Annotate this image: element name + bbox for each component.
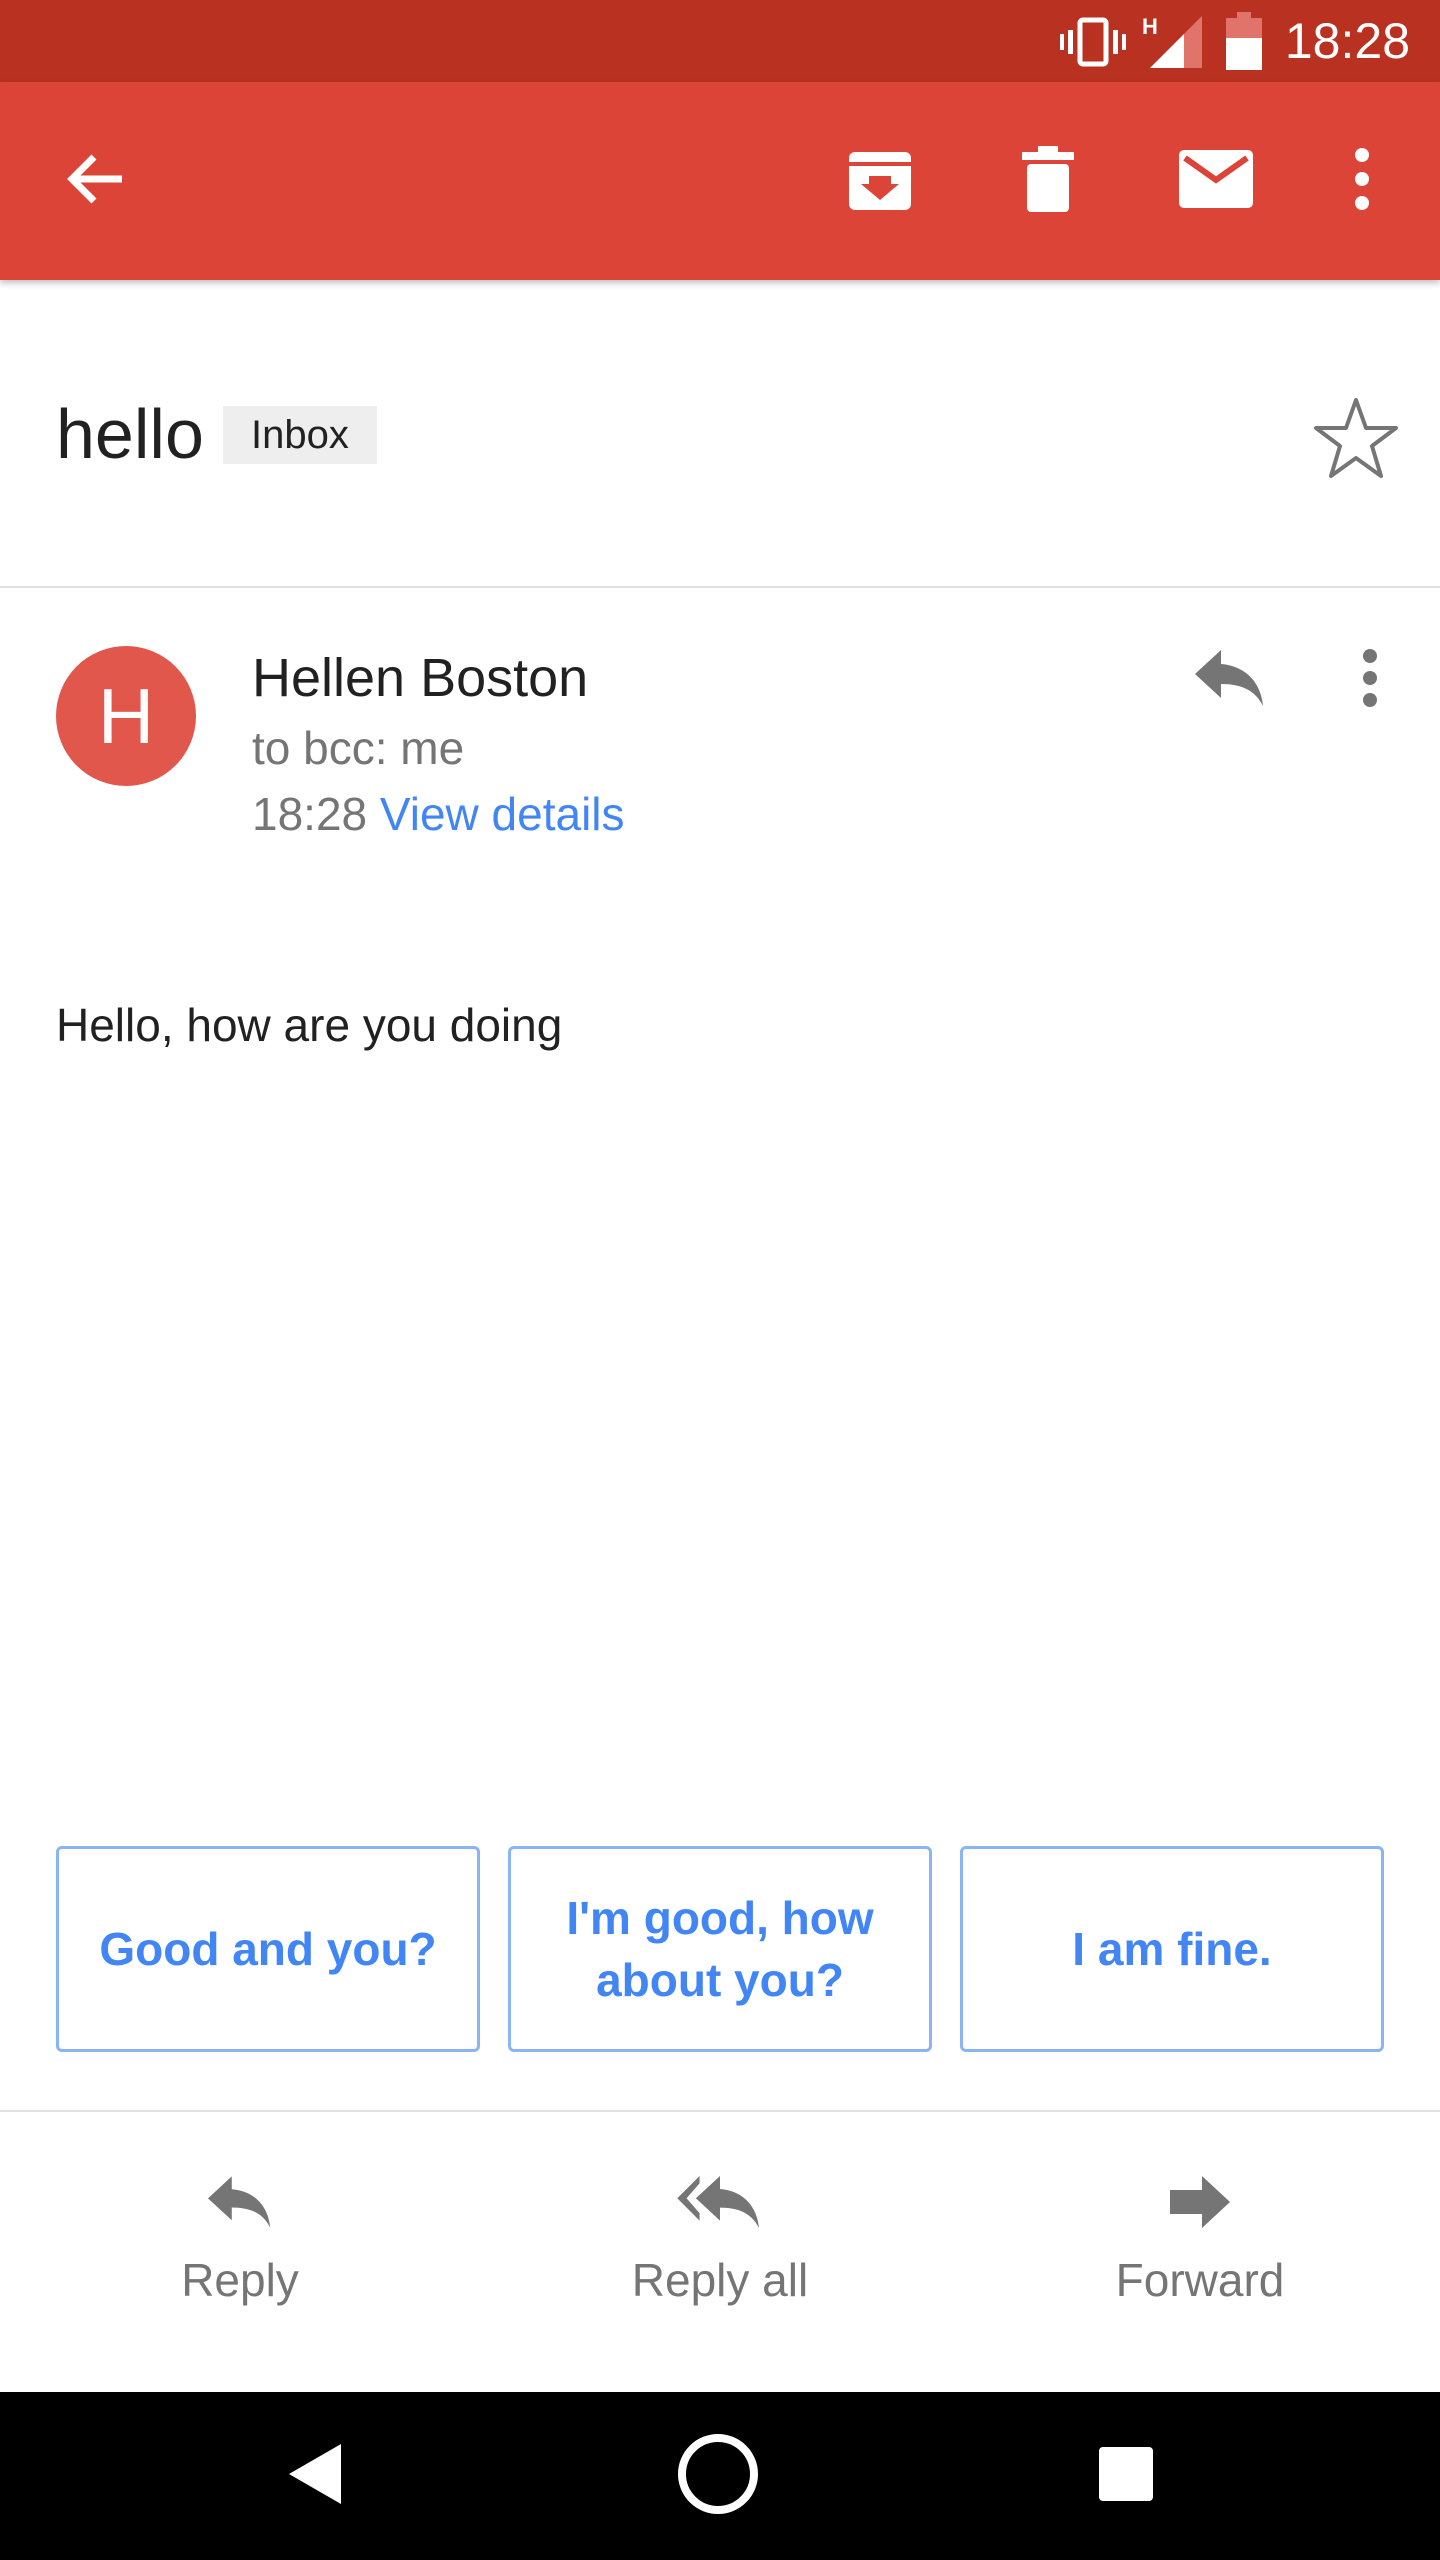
more-vert-icon	[1362, 648, 1378, 713]
forward-label: Forward	[1115, 2254, 1285, 2306]
bottom-actions: Reply Reply all Forward	[0, 2110, 1440, 2392]
star-icon[interactable]	[1310, 392, 1402, 484]
home-circle-icon	[676, 2432, 760, 2521]
email-time-line: 18:28 View details	[252, 786, 625, 842]
inbox-label-chip[interactable]: Inbox	[223, 406, 377, 464]
archive-button[interactable]	[828, 129, 932, 233]
delete-icon	[1022, 145, 1074, 217]
archive-icon	[847, 146, 913, 217]
view-details-link[interactable]: View details	[380, 788, 625, 840]
delete-button[interactable]	[996, 129, 1100, 233]
status-bar: H 18:28	[0, 0, 1440, 82]
signal-icon	[1150, 16, 1202, 73]
forward-button[interactable]: Forward	[1050, 2162, 1350, 2362]
reply-button[interactable]: Reply	[90, 2162, 390, 2362]
recipients-line: to bcc: me	[252, 722, 465, 774]
status-time: 18:28	[1284, 13, 1410, 69]
mail-icon	[1179, 149, 1253, 213]
sender-name: Hellen Boston	[252, 648, 589, 708]
back-button[interactable]	[44, 129, 148, 233]
email-subject: hello	[56, 395, 204, 473]
app-toolbar	[0, 82, 1440, 280]
reply-all-label: Reply all	[631, 2254, 809, 2306]
back-triangle-icon	[287, 2443, 343, 2509]
reply-all-icon	[570, 2162, 870, 2242]
email-body: Hello, how are you doing	[56, 999, 563, 1051]
reply-icon	[1195, 649, 1265, 711]
message-more-button[interactable]	[1320, 630, 1420, 730]
system-navigation-bar	[0, 2392, 1440, 2560]
mark-unread-button[interactable]	[1164, 129, 1268, 233]
more-vert-icon	[1354, 147, 1370, 216]
forward-icon	[1050, 2162, 1350, 2242]
email-time: 18:28	[252, 788, 368, 840]
reply-label: Reply	[181, 2254, 299, 2306]
vibrate-icon	[1060, 16, 1126, 73]
smart-reply-1[interactable]: Good and you?	[56, 1846, 480, 2052]
nav-home-button[interactable]	[668, 2426, 768, 2526]
subject-row: hello Inbox	[0, 282, 1440, 588]
smart-reply-2[interactable]: I'm good, how about you?	[508, 1846, 932, 2052]
sender-avatar[interactable]: H	[56, 646, 196, 786]
header-reply-button[interactable]	[1180, 630, 1280, 730]
nav-back-button[interactable]	[265, 2426, 365, 2526]
smart-reply-3[interactable]: I am fine.	[960, 1846, 1384, 2052]
nav-recents-button[interactable]	[1076, 2426, 1176, 2526]
recents-square-icon	[1099, 2446, 1153, 2506]
more-options-button[interactable]	[1310, 129, 1414, 233]
battery-icon	[1226, 12, 1262, 75]
back-arrow-icon	[64, 147, 128, 216]
reply-icon	[90, 2162, 390, 2242]
reply-all-button[interactable]: Reply all	[570, 2162, 870, 2362]
